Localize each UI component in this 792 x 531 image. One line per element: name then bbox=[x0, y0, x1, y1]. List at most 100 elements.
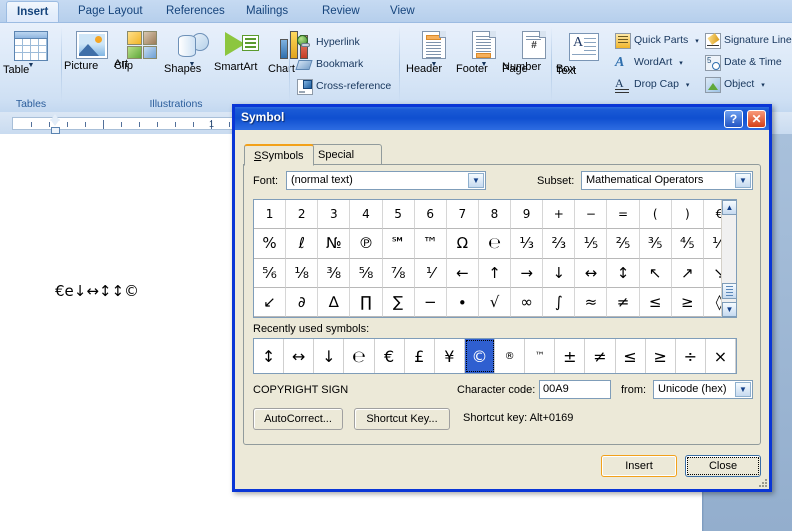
scroll-down-icon[interactable]: ▼ bbox=[722, 302, 737, 317]
symbol-cell[interactable]: ↙ bbox=[254, 287, 287, 317]
symbol-cell[interactable]: ≤ bbox=[639, 287, 672, 317]
ribbon-tab-review[interactable]: Review bbox=[312, 1, 370, 22]
recent-symbol-selected[interactable]: © bbox=[464, 339, 495, 373]
symbol-cell[interactable]: ℮ bbox=[478, 229, 512, 259]
insert-button[interactable]: Insert bbox=[601, 455, 677, 477]
symbol-cell[interactable]: ↔ bbox=[575, 258, 608, 288]
symbol-cell[interactable]: ↓ bbox=[543, 258, 576, 288]
character-code-input[interactable]: 00A9 bbox=[539, 380, 611, 399]
symbol-cell[interactable]: ∂ bbox=[286, 287, 319, 317]
date-time-button[interactable]: 5 Date & Time bbox=[704, 53, 782, 72]
symbol-cell[interactable]: ∙ bbox=[446, 287, 479, 317]
clip-art-button[interactable]: Clip Art bbox=[114, 31, 170, 72]
symbol-cell[interactable]: ∑ bbox=[382, 287, 415, 317]
symbol-cell[interactable]: ℗ bbox=[350, 229, 383, 259]
hyperlink-button[interactable]: Hyperlink bbox=[296, 33, 360, 52]
symbol-cell[interactable]: 6 bbox=[414, 200, 447, 230]
close-button[interactable]: Close bbox=[685, 455, 761, 477]
symbol-cell[interactable]: ⅟ bbox=[414, 258, 447, 288]
symbol-cell[interactable]: ⅚ bbox=[254, 258, 287, 288]
close-icon[interactable]: ✕ bbox=[747, 110, 766, 128]
tab-symbols[interactable]: SSymbols bbox=[244, 144, 314, 166]
cross-reference-button[interactable]: Cross-reference bbox=[296, 77, 391, 96]
symbol-cell[interactable]: ≠ bbox=[607, 287, 640, 317]
chevron-down-icon[interactable]: ▼ bbox=[735, 173, 751, 188]
chevron-down-icon[interactable]: ▾ bbox=[761, 82, 765, 89]
bookmark-button[interactable]: Bookmark bbox=[295, 55, 363, 74]
object-button[interactable]: Object ▾ bbox=[704, 75, 765, 94]
symbol-cell[interactable]: ⅛ bbox=[286, 258, 319, 288]
symbol-cell[interactable]: ↗ bbox=[671, 258, 704, 288]
left-indent-icon[interactable] bbox=[51, 127, 60, 134]
picture-button[interactable]: Picture bbox=[64, 31, 120, 72]
symbol-cell[interactable]: ⅜ bbox=[318, 258, 351, 288]
recent-symbol[interactable]: ¥ bbox=[435, 339, 465, 373]
shortcut-key-button[interactable]: Shortcut Key... bbox=[354, 408, 450, 430]
recent-symbol[interactable]: ® bbox=[495, 339, 526, 373]
symbol-cell[interactable]: ⅓ bbox=[511, 229, 544, 259]
symbol-cell[interactable]: ™ bbox=[414, 229, 447, 259]
signature-line-button[interactable]: Signature Line bbox=[704, 31, 792, 50]
header-button[interactable]: Header ▼ bbox=[406, 31, 462, 75]
ribbon-tab-page-layout[interactable]: Page Layout bbox=[68, 1, 153, 22]
symbol-cell[interactable]: ≈ bbox=[575, 287, 608, 317]
symbol-cell[interactable]: ≥ bbox=[671, 287, 704, 317]
recent-symbol[interactable]: ÷ bbox=[676, 339, 706, 373]
symbol-cell[interactable]: Ω bbox=[446, 229, 479, 259]
symbol-cell[interactable]: ⅘ bbox=[671, 229, 704, 259]
hanging-indent-icon[interactable] bbox=[50, 119, 60, 126]
symbol-cell[interactable]: → bbox=[511, 258, 544, 288]
resize-grip-icon[interactable] bbox=[755, 475, 767, 487]
symbol-cell[interactable]: ∏ bbox=[350, 287, 383, 317]
shapes-button[interactable]: Shapes ▼ bbox=[164, 31, 220, 75]
drop-cap-button[interactable]: A Drop Cap ▾ bbox=[614, 75, 689, 94]
recent-symbol[interactable]: ™ bbox=[525, 339, 556, 373]
recent-symbol[interactable]: ℮ bbox=[344, 339, 375, 373]
recent-symbol[interactable]: ↓ bbox=[314, 339, 345, 373]
symbol-cell[interactable]: ∞ bbox=[511, 287, 544, 317]
symbol-grid-scrollbar[interactable]: ▲ ▼ bbox=[721, 200, 737, 317]
symbol-cell[interactable]: + bbox=[543, 200, 576, 230]
symbol-cell[interactable]: ⅔ bbox=[543, 229, 576, 259]
ribbon-tab-references[interactable]: References bbox=[156, 1, 235, 22]
symbol-cell[interactable]: 7 bbox=[446, 200, 479, 230]
recent-symbol[interactable]: ± bbox=[555, 339, 586, 373]
autocorrect-button[interactable]: AutoCorrect... bbox=[253, 408, 343, 430]
recent-symbol[interactable]: ↕ bbox=[254, 339, 285, 373]
font-combo[interactable]: (normal text) ▼ bbox=[286, 171, 486, 190]
tab-special-characters[interactable]: Special Characters bbox=[308, 144, 382, 181]
recent-symbol[interactable]: € bbox=[375, 339, 405, 373]
ribbon-tab-mailings[interactable]: Mailings bbox=[236, 1, 298, 22]
symbol-cell[interactable]: ⅖ bbox=[607, 229, 640, 259]
dialog-title-bar[interactable]: Symbol ? ✕ bbox=[235, 107, 769, 130]
symbol-cell[interactable]: = bbox=[607, 200, 640, 230]
symbol-cell[interactable]: ℠ bbox=[382, 229, 415, 259]
smartart-button[interactable]: SmartArt bbox=[214, 31, 270, 73]
symbol-cell[interactable]: √ bbox=[478, 287, 512, 317]
chevron-down-icon[interactable]: ▾ bbox=[679, 60, 683, 67]
symbol-cell[interactable]: − bbox=[414, 287, 447, 317]
scroll-up-icon[interactable]: ▲ bbox=[722, 200, 737, 215]
symbol-cell[interactable]: ∫ bbox=[543, 287, 576, 317]
symbol-grid-container[interactable]: 1 2 3 4 5 6 7 8 9 + − =() €% ℓ № ℗ ℠ ™ Ω ℮ ⅓ ⅔ ⅕ ⅖ ⅗ ⅘ ⅙ ⅚ ⅛ ⅜ ⅝ ⅞ ⅟ ← ↑ → ↓… bbox=[253, 199, 737, 318]
recent-symbol[interactable]: ≠ bbox=[585, 339, 616, 373]
recently-used-grid[interactable]: ↕ ↔ ↓ ℮ € £ ¥ © ® ™ ± ≠ ≤ ≥ ÷ × bbox=[254, 339, 736, 373]
symbol-cell[interactable]: ℓ bbox=[286, 229, 319, 259]
recent-symbol[interactable]: × bbox=[706, 339, 736, 373]
text-box-button[interactable]: A Text Box bbox=[556, 33, 612, 77]
symbol-cell[interactable]: 2 bbox=[286, 200, 319, 230]
symbol-cell[interactable]: 8 bbox=[478, 200, 512, 230]
symbol-cell[interactable]: ↑ bbox=[478, 258, 512, 288]
symbol-cell[interactable]: ↕ bbox=[607, 258, 640, 288]
symbol-cell[interactable]: ( bbox=[639, 200, 672, 230]
symbol-cell[interactable]: ↖ bbox=[639, 258, 672, 288]
ribbon-tab-insert[interactable]: Insert bbox=[6, 1, 60, 22]
recently-used-container[interactable]: ↕ ↔ ↓ ℮ € £ ¥ © ® ™ ± ≠ ≤ ≥ ÷ × bbox=[253, 338, 737, 374]
symbol-cell[interactable]: 4 bbox=[350, 200, 383, 230]
table-button[interactable]: Table ▼ bbox=[3, 31, 59, 76]
symbol-cell[interactable]: − bbox=[575, 200, 608, 230]
symbol-cell[interactable]: 1 bbox=[254, 200, 287, 230]
symbol-cell[interactable]: ⅕ bbox=[575, 229, 608, 259]
symbol-cell[interactable]: № bbox=[318, 229, 351, 259]
symbol-cell[interactable]: ⅗ bbox=[639, 229, 672, 259]
